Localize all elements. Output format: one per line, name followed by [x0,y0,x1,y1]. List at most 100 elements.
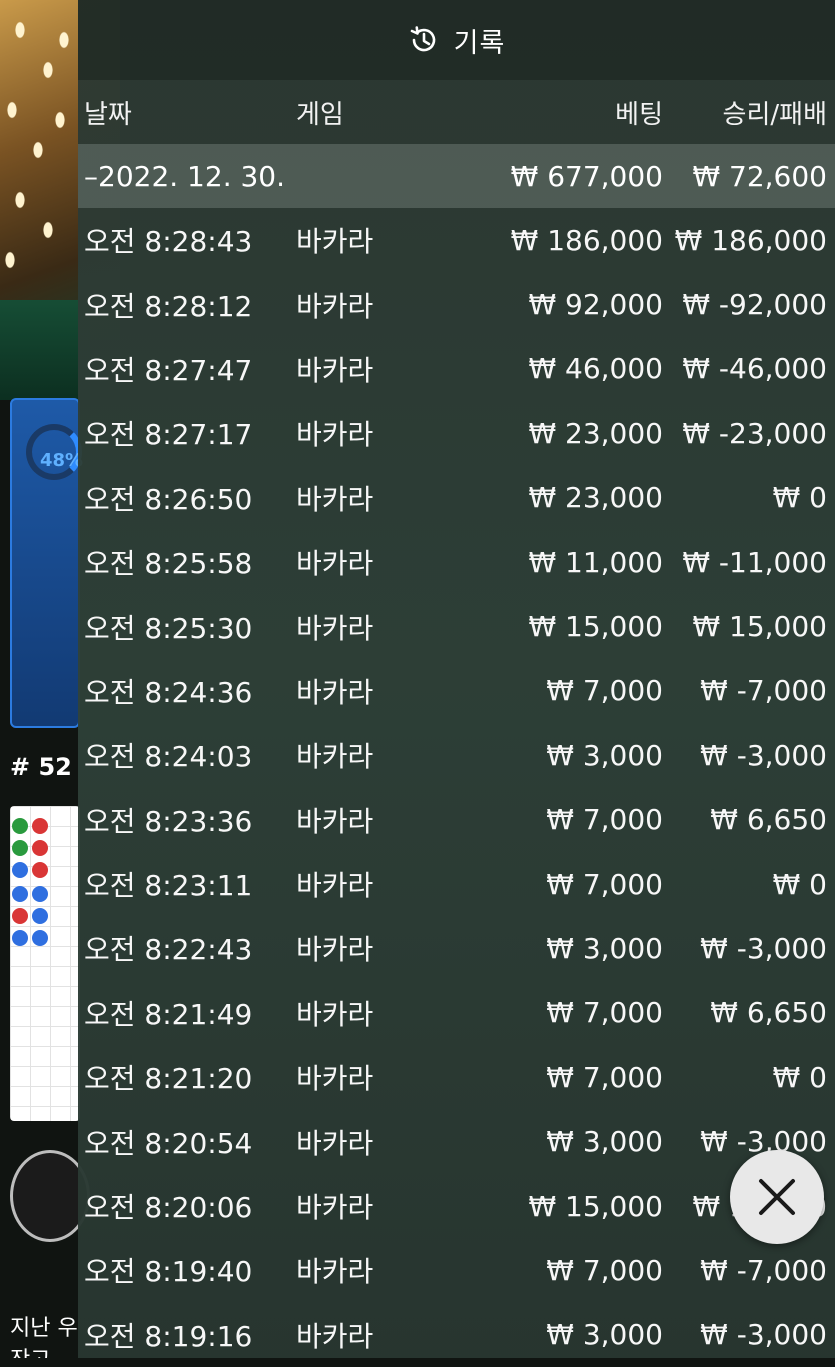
row-time: 오전 8:27:17 [84,418,253,452]
row-result: ₩ -11,000 [682,545,827,579]
road-dot [32,862,48,878]
row-game: 바카라 [296,1062,374,1096]
history-clock-icon [410,26,435,52]
road-dot [12,862,28,878]
date-group-bet-total: ₩ 677,000 [510,159,663,193]
row-game: 바카라 [296,1126,374,1160]
row-bet: ₩ 7,000 [546,867,663,901]
row-game: 바카라 [296,353,374,387]
row-bet: ₩ 7,000 [546,1253,663,1287]
column-header-bet: 베팅 [615,99,663,130]
row-bet: ₩ 7,000 [546,1060,663,1094]
history-row[interactable]: 오전 8:24:03 바카라 ₩ 3,000 ₩ -3,000 [78,723,835,787]
row-time: 오전 8:25:30 [84,611,253,645]
close-icon [759,1179,795,1215]
row-result: ₩ 6,650 [710,803,827,837]
road-dot [12,818,28,834]
column-headers: 날짜 게임 베팅 승리/패배 [78,80,835,144]
row-game: 바카라 [296,1319,374,1353]
row-game: 바카라 [296,804,374,838]
history-row[interactable]: 오전 8:27:47 바카라 ₩ 46,000 ₩ -46,000 [78,337,835,401]
row-time: 오전 8:23:11 [84,869,253,903]
row-bet: ₩ 3,000 [546,738,663,772]
road-dot [12,886,28,902]
row-result: ₩ 186,000 [674,223,827,257]
row-time: 오전 8:28:12 [84,289,253,323]
history-row[interactable]: 오전 8:25:58 바카라 ₩ 11,000 ₩ -11,000 [78,530,835,594]
history-row[interactable]: 오전 8:27:17 바카라 ₩ 23,000 ₩ -23,000 [78,401,835,465]
progress-percent: 48% [40,450,84,471]
row-game: 바카라 [296,997,374,1031]
row-result: ₩ 0 [772,481,827,515]
row-bet: ₩ 7,000 [546,996,663,1030]
row-game: 바카라 [296,482,374,516]
row-result: ₩ 0 [772,867,827,901]
row-result: ₩ -3,000 [700,1318,827,1352]
game-table [0,300,90,400]
date-group-row[interactable]: –2022. 12. 30. ₩ 677,000 ₩ 72,600 [78,144,835,208]
row-game: 바카라 [296,611,374,645]
date-group-result-total: ₩ 72,600 [692,159,827,193]
row-game: 바카라 [296,289,374,323]
row-result: ₩ -3,000 [700,931,827,965]
row-bet: ₩ 46,000 [528,352,663,386]
road-dot [12,840,28,856]
road-dot [32,930,48,946]
road-dot [32,818,48,834]
close-button[interactable] [730,1150,824,1244]
row-bet: ₩ 3,000 [546,931,663,965]
row-game: 바카라 [296,675,374,709]
road-dot [12,930,28,946]
history-row[interactable]: 오전 8:24:36 바카라 ₩ 7,000 ₩ -7,000 [78,659,835,723]
row-time: 오전 8:20:54 [84,1126,253,1160]
row-time: 오전 8:24:36 [84,675,253,709]
history-row[interactable]: 오전 8:19:16 바카라 ₩ 3,000 ₩ -3,000 [78,1303,835,1367]
row-time: 오전 8:24:03 [84,740,253,774]
column-header-date: 날짜 [84,99,132,130]
history-row[interactable]: 오전 8:28:12 바카라 ₩ 92,000 ₩ -92,000 [78,272,835,336]
history-row[interactable]: 오전 8:25:30 바카라 ₩ 15,000 ₩ 15,000 [78,594,835,658]
row-bet: ₩ 7,000 [546,674,663,708]
row-result: ₩ -7,000 [700,1253,827,1287]
history-row[interactable]: 오전 8:22:43 바카라 ₩ 3,000 ₩ -3,000 [78,916,835,980]
row-bet: ₩ 3,000 [546,1125,663,1159]
history-row[interactable]: 오전 8:20:54 바카라 ₩ 3,000 ₩ -3,000 [78,1109,835,1173]
row-bet: ₩ 186,000 [510,223,663,257]
panel-title: 기록 [453,27,506,59]
row-game: 바카라 [296,869,374,903]
row-bet: ₩ 15,000 [528,610,663,644]
balance-label: 지난 우잔고 [10,1316,78,1358]
row-result: ₩ -23,000 [682,416,827,450]
row-time: 오전 8:26:50 [84,482,253,516]
row-time: 오전 8:22:43 [84,933,253,967]
history-row[interactable]: 오전 8:26:50 바카라 ₩ 23,000 ₩ 0 [78,466,835,530]
row-game: 바카라 [296,933,374,967]
row-bet: ₩ 23,000 [528,416,663,450]
shoe-progress-panel: 48% [10,398,84,728]
row-result: ₩ 6,650 [710,996,827,1030]
history-row[interactable]: 오전 8:19:40 바카라 ₩ 7,000 ₩ -7,000 [78,1238,835,1302]
road-dot [32,886,48,902]
row-time: 오전 8:25:58 [84,547,253,581]
history-row[interactable]: 오전 8:20:06바카라₩ 15,000₩ 14,250 [78,1174,835,1238]
row-bet: ₩ 7,000 [546,803,663,837]
row-bet: ₩ 15,000 [528,1189,663,1223]
row-time: 오전 8:19:40 [84,1255,253,1289]
column-header-result: 승리/패배 [722,99,827,130]
row-game: 바카라 [296,740,374,774]
road-dot [32,840,48,856]
history-row[interactable]: 오전 8:28:43 바카라 ₩ 186,000 ₩ 186,000 [78,208,835,272]
row-result: ₩ -3,000 [700,1125,827,1159]
row-bet: ₩ 92,000 [528,288,663,322]
column-header-game: 게임 [296,99,344,130]
history-row[interactable]: 오전 8:21:49 바카라 ₩ 7,000 ₩ 6,650 [78,981,835,1045]
history-row[interactable]: 오전 8:23:11 바카라 ₩ 7,000 ₩ 0 [78,852,835,916]
row-result: ₩ 15,000 [692,610,827,644]
date-group-label: –2022. 12. 30. [84,159,286,193]
row-bet: ₩ 23,000 [528,481,663,515]
history-row[interactable]: 오전 8:21:20 바카라 ₩ 7,000 ₩ 0 [78,1045,835,1109]
history-row[interactable]: 오전 8:23:36 바카라 ₩ 7,000 ₩ 6,650 [78,788,835,852]
row-result: ₩ -7,000 [700,674,827,708]
row-game: 바카라 [296,418,374,452]
row-result: ₩ 0 [772,1060,827,1094]
